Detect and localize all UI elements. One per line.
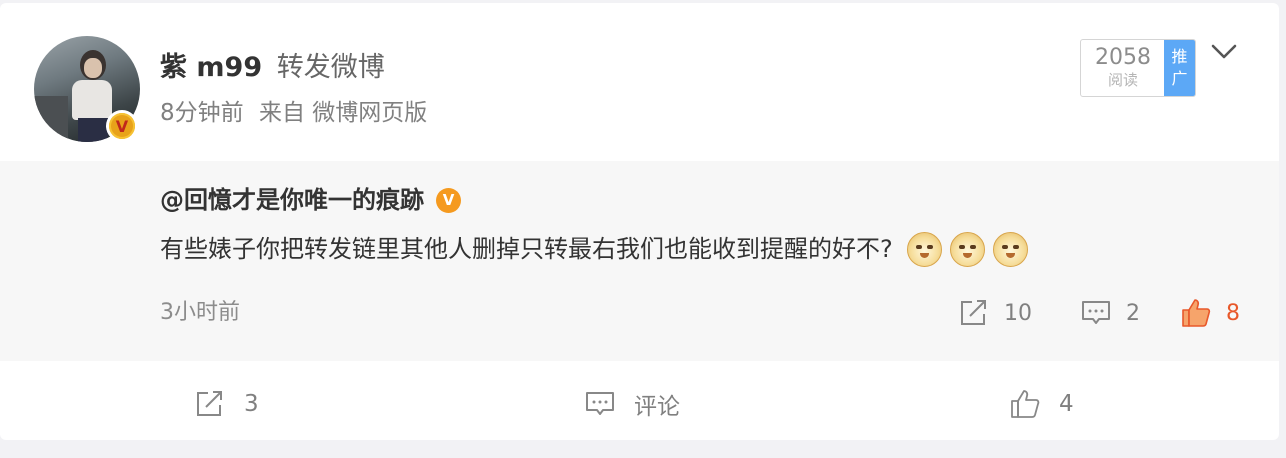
read-count: 2058	[1095, 45, 1151, 70]
post-action-label: 转发微博	[276, 52, 385, 83]
post-time[interactable]: 8分钟前	[160, 100, 244, 126]
forward-icon	[197, 391, 222, 416]
original-text-content: 有些婊子你把转发链里其他人删掉只转最右我们也能收到提醒的好不?	[160, 235, 893, 263]
doge-emoji-icon	[949, 231, 985, 267]
like-count: 4	[1059, 391, 1074, 417]
comment-icon	[586, 392, 614, 415]
original-forward-count: 10	[1004, 300, 1032, 326]
weibo-post-card: V 紫 m99 转发微博 8分钟前 来自 微博网页版 2058 阅读 推 广 @…	[0, 3, 1279, 440]
doge-emoji-icon	[992, 231, 1028, 267]
verified-badge-icon: V	[106, 110, 138, 142]
avatar[interactable]: V	[34, 36, 140, 142]
comment-icon	[1082, 301, 1110, 324]
original-comment-count: 2	[1126, 300, 1140, 326]
comment-button[interactable]: 评论	[584, 386, 680, 422]
comment-label: 评论	[634, 394, 680, 420]
like-button[interactable]: 4	[1009, 386, 1074, 422]
promote-label-2: 广	[1171, 69, 1188, 88]
original-author: @回憶才是你唯一的痕跡 V	[160, 183, 461, 217]
thumbs-up-icon	[1182, 299, 1211, 327]
original-comment-button[interactable]: 2	[1080, 297, 1140, 329]
post-source: 来自 微博网页版	[258, 100, 428, 126]
original-like-button[interactable]: 8	[1180, 297, 1240, 329]
forward-count: 3	[244, 391, 259, 417]
thumbs-up-icon	[1011, 390, 1040, 418]
original-like-count: 8	[1226, 300, 1240, 326]
original-text: 有些婊子你把转发链里其他人删掉只转最右我们也能收到提醒的好不?	[160, 231, 1028, 267]
read-label: 阅读	[1107, 71, 1138, 89]
original-author-link[interactable]: @回憶才是你唯一的痕跡	[160, 183, 424, 217]
chevron-down-icon[interactable]	[1210, 41, 1238, 63]
forward-icon	[961, 300, 986, 325]
promote-label-1: 推	[1171, 47, 1188, 66]
forward-button[interactable]: 3	[194, 386, 259, 422]
read-count-box[interactable]: 2058 阅读 推 广	[1080, 39, 1196, 97]
post-header: 紫 m99 转发微博	[160, 49, 385, 87]
reposted-content: @回憶才是你唯一的痕跡 V 有些婊子你把转发链里其他人删掉只转最右我们也能收到提…	[0, 161, 1279, 361]
post-meta: 8分钟前 来自 微博网页版	[160, 95, 427, 131]
username-link[interactable]: 紫 m99	[160, 52, 262, 83]
original-time[interactable]: 3小时前	[160, 297, 240, 329]
doge-emoji-icon	[906, 231, 942, 267]
original-forward-button[interactable]: 10	[958, 297, 1032, 329]
promote-button[interactable]: 推 广	[1164, 40, 1195, 96]
verified-badge-icon: V	[436, 187, 461, 213]
